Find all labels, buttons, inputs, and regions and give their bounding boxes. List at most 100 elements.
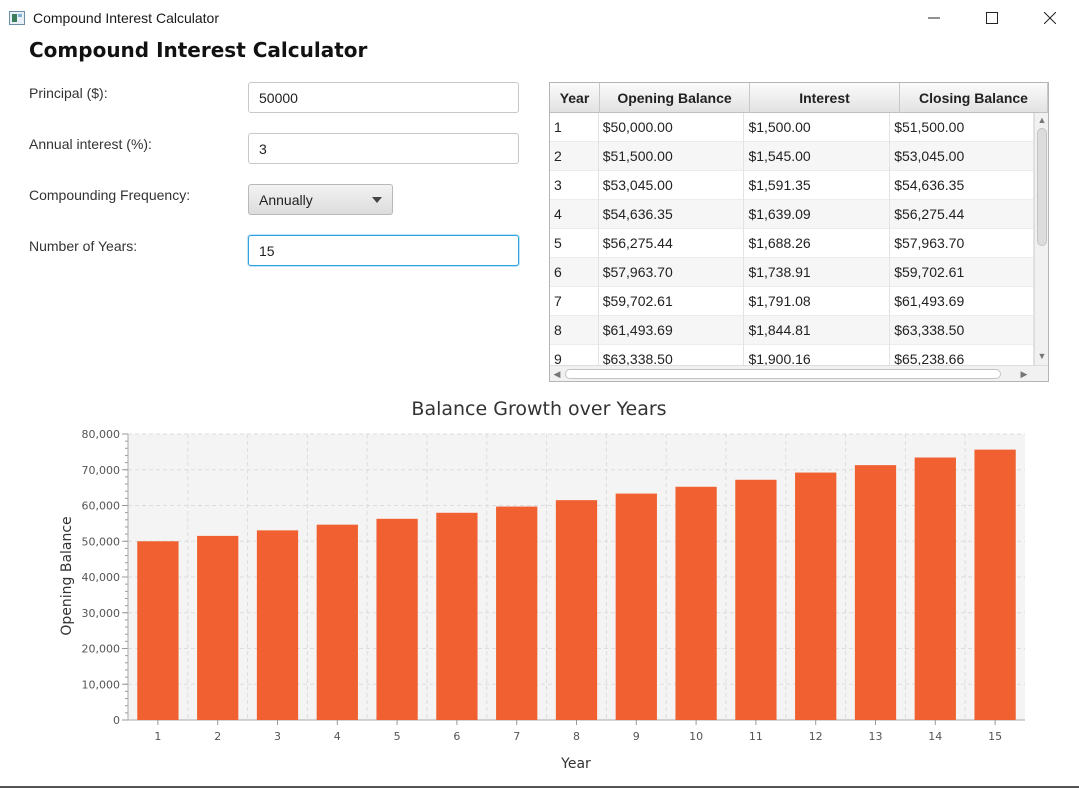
cell-opening-balance: $56,275.44 — [599, 229, 745, 258]
table-row[interactable]: 5 $56,275.44 $1,688.26 $57,963.70 — [550, 229, 1034, 258]
years-label: Number of Years: — [29, 238, 138, 254]
principal-label: Principal ($): — [29, 85, 108, 101]
table-row[interactable]: 8 $61,493.69 $1,844.81 $63,338.50 — [550, 316, 1034, 345]
scroll-down-icon[interactable]: ▼ — [1035, 349, 1048, 363]
y-tick-label: 0 — [113, 714, 120, 727]
chart-bar — [914, 457, 956, 720]
vertical-scrollbar[interactable]: ▲ ▼ — [1034, 113, 1048, 365]
cell-year: 1 — [550, 113, 599, 142]
cell-year: 2 — [550, 142, 599, 171]
y-tick-label: 10,000 — [82, 678, 121, 691]
scroll-up-icon[interactable]: ▲ — [1035, 113, 1048, 127]
table-row[interactable]: 7 $59,702.61 $1,791.08 $61,493.69 — [550, 287, 1034, 316]
x-tick-label: 10 — [689, 730, 703, 743]
x-tick-label: 15 — [988, 730, 1002, 743]
cell-interest: $1,639.09 — [744, 200, 891, 229]
x-tick-label: 5 — [394, 730, 401, 743]
frequency-label: Compounding Frequency: — [29, 187, 191, 203]
cell-opening-balance: $61,493.69 — [599, 316, 745, 345]
cell-closing-balance: $65,238.66 — [890, 345, 1034, 365]
chart-bar — [376, 518, 418, 720]
y-tick-label: 50,000 — [82, 535, 121, 548]
vertical-scroll-thumb[interactable] — [1037, 128, 1047, 246]
schedule-table[interactable]: Year Opening Balance Interest Closing Ba… — [549, 82, 1049, 382]
cell-closing-balance: $57,963.70 — [890, 229, 1034, 258]
x-tick-label: 8 — [573, 730, 580, 743]
scroll-right-icon[interactable]: ▶ — [1017, 367, 1031, 381]
frequency-selected: Annually — [259, 191, 313, 208]
horizontal-scrollbar[interactable]: ◀ ▶ — [550, 365, 1048, 381]
x-tick-label: 13 — [869, 730, 883, 743]
chart-bar — [854, 465, 897, 720]
cell-year: 7 — [550, 287, 599, 316]
x-tick-label: 6 — [453, 730, 460, 743]
chart-bar — [256, 530, 299, 720]
balance-chart: Balance Growth over Years Opening Balanc… — [59, 398, 1025, 772]
x-tick-label: 3 — [274, 730, 281, 743]
chart-bar — [496, 506, 538, 720]
cell-opening-balance: $63,338.50 — [599, 345, 745, 365]
column-header-opening-balance[interactable]: Opening Balance — [600, 83, 750, 113]
years-input[interactable] — [248, 235, 519, 266]
cell-closing-balance: $56,275.44 — [890, 200, 1034, 229]
y-tick-label: 60,000 — [82, 500, 121, 513]
column-header-year[interactable]: Year — [550, 83, 600, 113]
minimize-button[interactable] — [911, 0, 957, 36]
minimize-icon — [928, 17, 940, 19]
table-row[interactable]: 4 $54,636.35 $1,639.09 $56,275.44 — [550, 200, 1034, 229]
table-row[interactable]: 6 $57,963.70 $1,738.91 $59,702.61 — [550, 258, 1034, 287]
chart-bar — [974, 449, 1016, 720]
cell-year: 3 — [550, 171, 599, 200]
cell-year: 6 — [550, 258, 599, 287]
cell-interest: $1,900.16 — [744, 345, 891, 365]
table-row[interactable]: 9 $63,338.50 $1,900.16 $65,238.66 — [550, 345, 1034, 365]
cell-year: 5 — [550, 229, 599, 258]
x-tick-label: 14 — [928, 730, 942, 743]
chart-bar — [675, 486, 717, 720]
scroll-left-icon[interactable]: ◀ — [550, 367, 564, 381]
column-header-closing-balance[interactable]: Closing Balance — [900, 83, 1048, 113]
chart-bar — [615, 493, 657, 720]
table-header: Year Opening Balance Interest Closing Ba… — [550, 83, 1048, 113]
cell-closing-balance: $54,636.35 — [890, 171, 1034, 200]
chart-bar — [197, 535, 239, 720]
chevron-down-icon — [372, 196, 382, 203]
table-row[interactable]: 1 $50,000.00 $1,500.00 $51,500.00 — [550, 113, 1034, 142]
cell-interest: $1,791.08 — [744, 287, 891, 316]
cell-closing-balance: $53,045.00 — [890, 142, 1034, 171]
cell-year: 9 — [550, 345, 599, 365]
chart-bar — [555, 500, 598, 720]
x-tick-label: 7 — [513, 730, 520, 743]
chart-x-axis-label: Year — [560, 756, 591, 772]
cell-interest: $1,591.35 — [744, 171, 891, 200]
frequency-dropdown[interactable]: Annually — [248, 184, 393, 215]
y-tick-label: 40,000 — [82, 571, 121, 584]
close-button[interactable] — [1027, 0, 1073, 36]
interest-label: Annual interest (%): — [29, 136, 152, 152]
maximize-button[interactable] — [969, 0, 1015, 36]
chart-bar — [735, 479, 777, 720]
table-row[interactable]: 3 $53,045.00 $1,591.35 $54,636.35 — [550, 171, 1034, 200]
chart-title: Balance Growth over Years — [411, 398, 666, 420]
chart-y-axis-label: Opening Balance — [59, 516, 75, 635]
page-title: Compound Interest Calculator — [29, 38, 368, 62]
y-tick-label: 30,000 — [82, 607, 121, 620]
cell-closing-balance: $51,500.00 — [890, 113, 1034, 142]
principal-input[interactable] — [248, 82, 519, 113]
chart-bar — [436, 512, 478, 720]
cell-year: 4 — [550, 200, 599, 229]
chart-bar — [316, 524, 358, 720]
cell-interest: $1,545.00 — [744, 142, 891, 171]
table-row[interactable]: 2 $51,500.00 $1,545.00 $53,045.00 — [550, 142, 1034, 171]
app-icon — [9, 11, 25, 25]
horizontal-scroll-thumb[interactable] — [565, 369, 1001, 379]
interest-input[interactable] — [248, 133, 519, 164]
column-header-interest[interactable]: Interest — [750, 83, 900, 113]
x-tick-label: 1 — [154, 730, 161, 743]
title-bar: Compound Interest Calculator — [0, 0, 1079, 36]
x-tick-label: 2 — [214, 730, 221, 743]
cell-interest: $1,844.81 — [744, 316, 891, 345]
cell-opening-balance: $54,636.35 — [599, 200, 745, 229]
cell-interest: $1,688.26 — [744, 229, 891, 258]
cell-opening-balance: $59,702.61 — [599, 287, 745, 316]
